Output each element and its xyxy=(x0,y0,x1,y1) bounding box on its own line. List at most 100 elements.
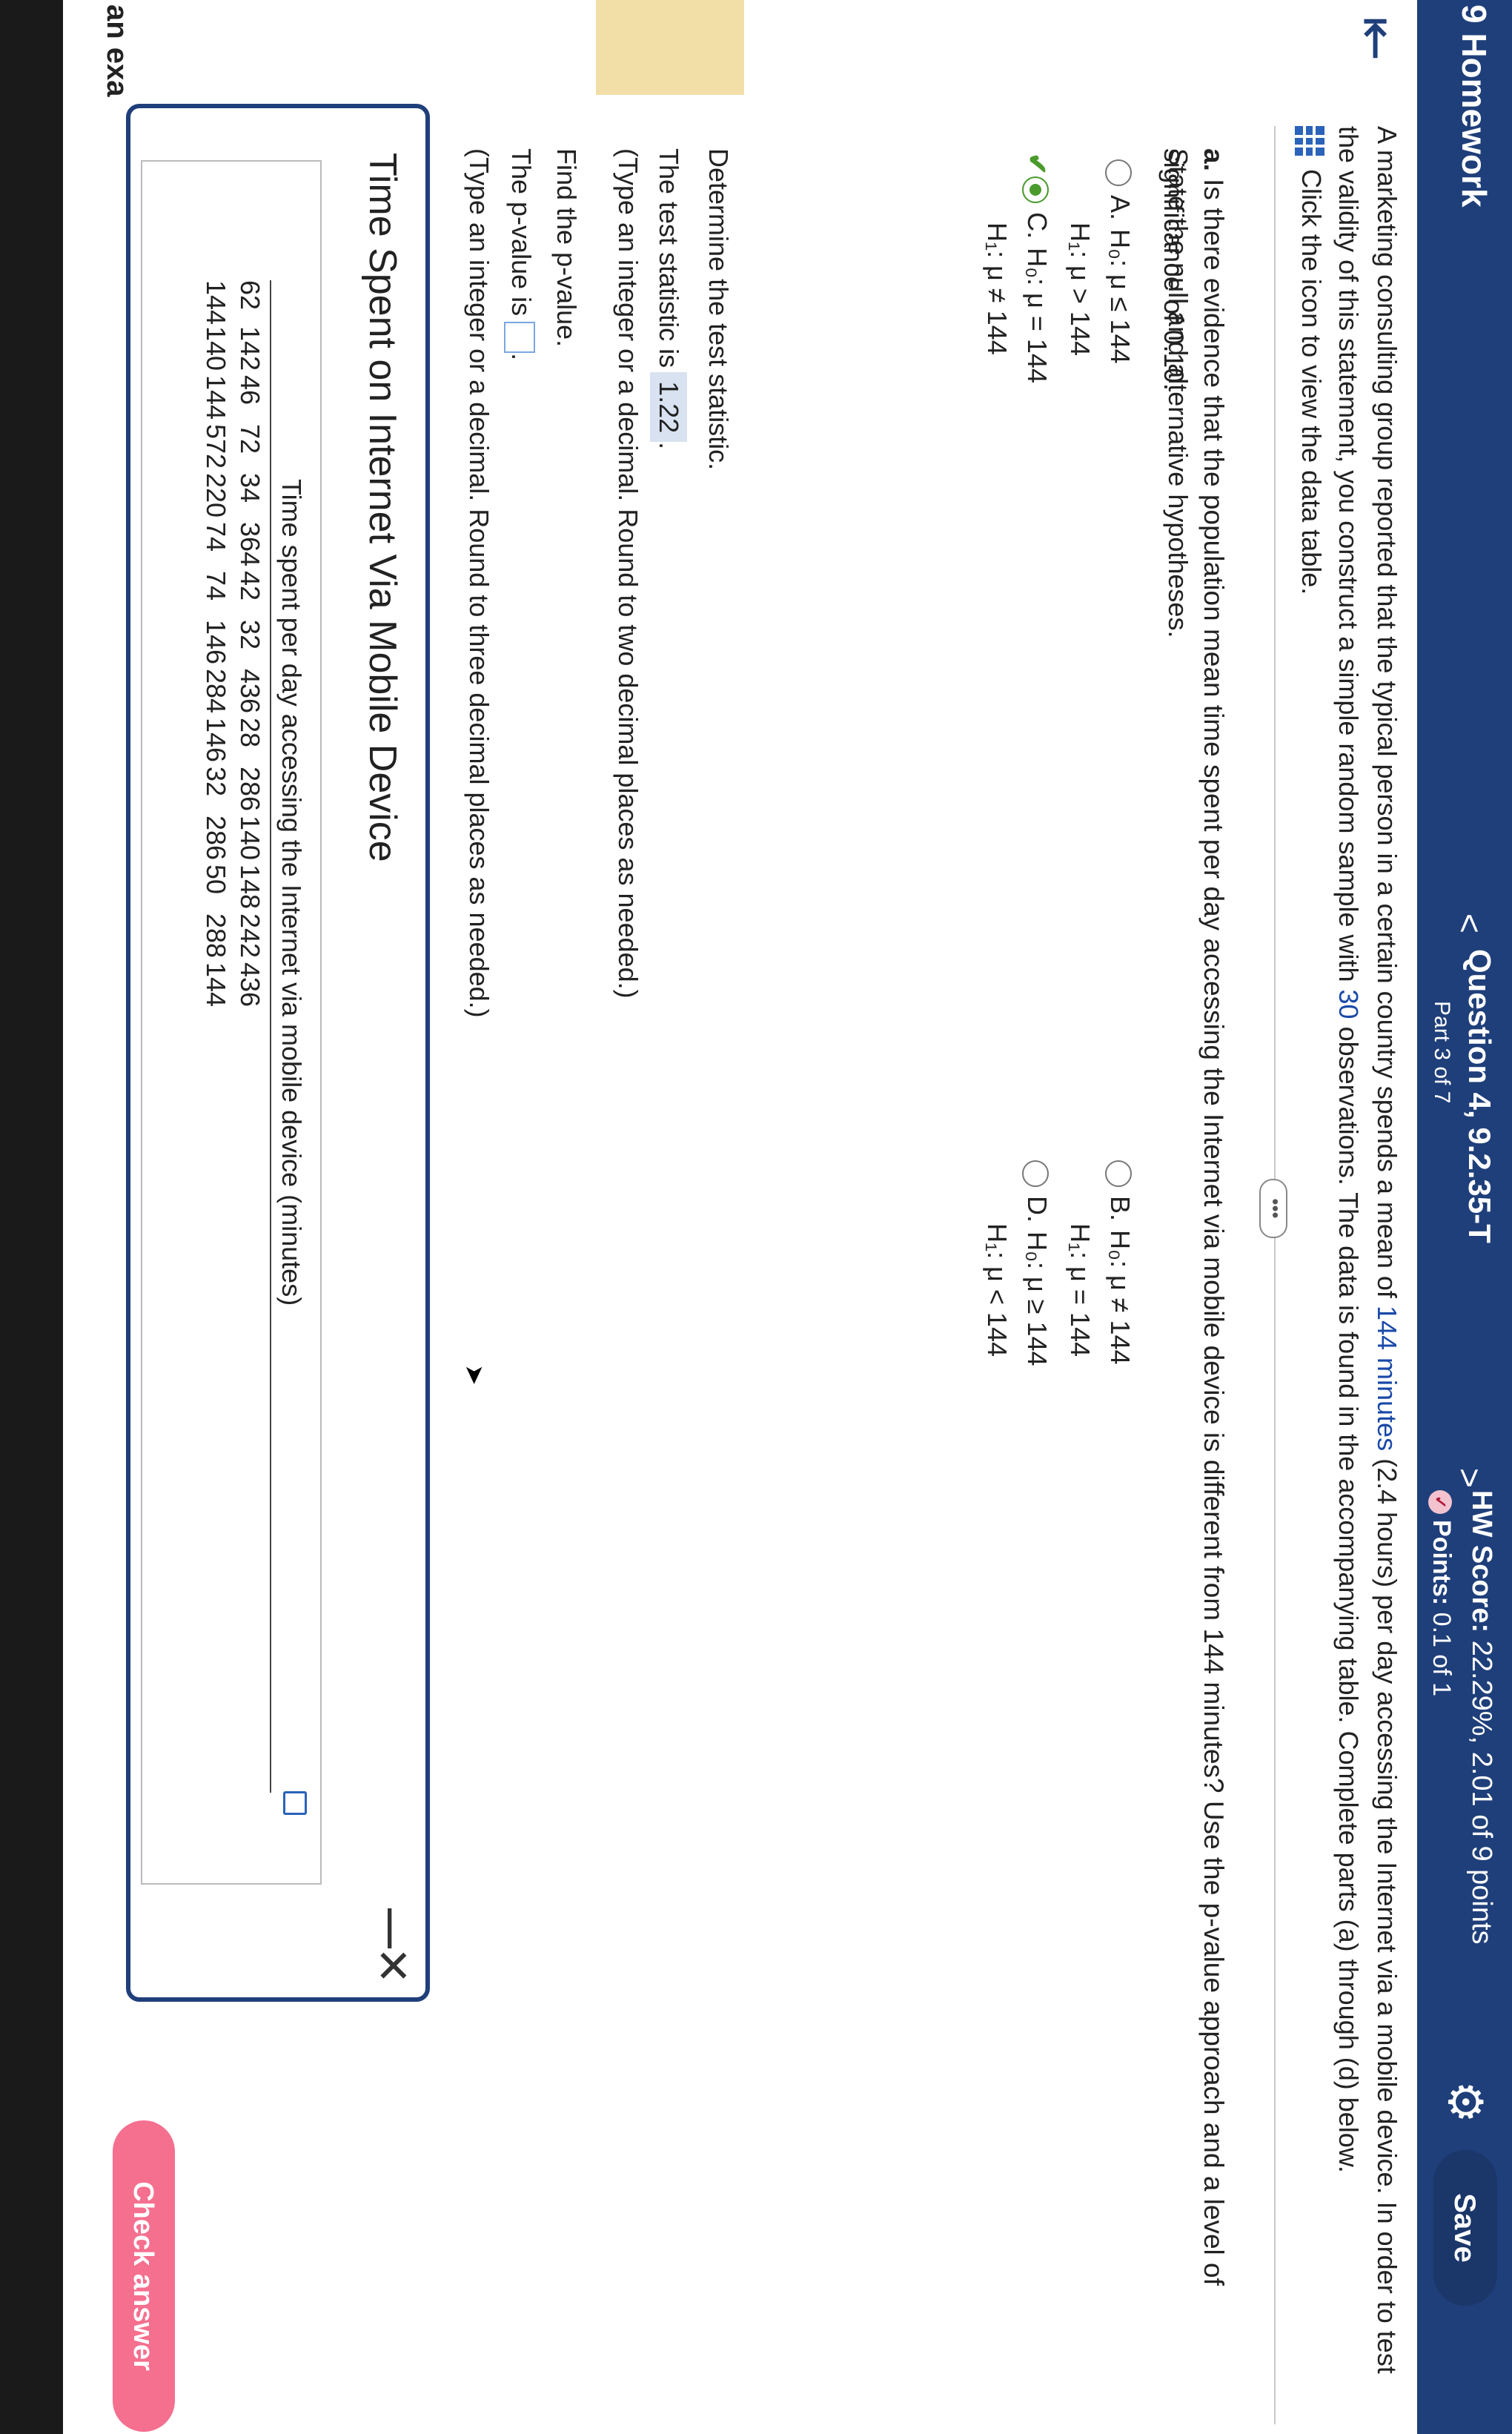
pvalue-heading: Find the p-value. xyxy=(551,148,582,348)
points: ✓ Points: 0.1 of 1 xyxy=(1427,1490,1456,1696)
option-a-radio[interactable] xyxy=(1104,159,1132,186)
hypotheses-instruction: State the null and alternative hypothese… xyxy=(1163,148,1193,638)
data-table-icon[interactable] xyxy=(1294,126,1324,156)
test-statistic-answer[interactable]: 1.22 xyxy=(650,372,687,443)
table-cell: 144 xyxy=(201,375,231,420)
option-c-h0: H₀: μ = 144 xyxy=(1022,248,1052,383)
table-cell: 436 xyxy=(235,962,265,1008)
table-cell: 286 xyxy=(201,816,231,861)
table-cell: 286 xyxy=(235,767,265,812)
points-value: 0.1 of 1 xyxy=(1428,1612,1456,1697)
option-d-letter: D. xyxy=(1022,1196,1052,1223)
option-d[interactable]: D. H₀: μ ≥ 144 xyxy=(1021,1160,1052,1366)
table-cell: 32 xyxy=(201,767,231,797)
popup-title: Time Spent on Internet Via Mobile Device xyxy=(361,153,404,862)
option-a-h1: H₁: μ > 144 xyxy=(1065,222,1095,356)
caption-rule xyxy=(270,280,271,1793)
option-c-h1: H₁: μ ≠ 144 xyxy=(982,222,1012,355)
test-statistic-line: The test statistic is1.22. xyxy=(650,148,687,449)
table-cell: 50 xyxy=(201,864,231,895)
points-label: Points: xyxy=(1428,1520,1456,1606)
table-cell: 144 xyxy=(201,962,231,1008)
problem-intro-1: A marketing consulting group reported th… xyxy=(1372,126,1402,1298)
option-b-radio[interactable] xyxy=(1104,1160,1132,1187)
table-row: 62 142 46 72 34 364 42 32 436 28 286 140… xyxy=(233,280,267,1011)
problem-mean: 144 minutes xyxy=(1372,1305,1402,1452)
view-data-table-link[interactable]: Click the icon to view the data table. xyxy=(1294,126,1327,595)
close-icon[interactable]: ✕ xyxy=(366,1947,418,1984)
table-cell: 140 xyxy=(235,816,265,861)
device-bezel xyxy=(0,0,63,2434)
table-cell: 288 xyxy=(201,913,231,959)
hw-score: HW Score: 22.29%, 2.01 of 9 points xyxy=(1465,1490,1497,1945)
table-cell: 72 xyxy=(235,424,265,454)
question-title: Question 4, 9.2.35-T xyxy=(1462,949,1497,1243)
option-b-h0: H₀: μ ≠ 144 xyxy=(1105,1230,1135,1365)
data-table: 62 142 46 72 34 364 42 32 436 28 286 140… xyxy=(199,280,267,1011)
test-statistic-instruction: (Type an integer or a decimal. Round to … xyxy=(613,148,643,999)
option-a[interactable]: A. H₀: μ ≤ 144 xyxy=(1104,159,1135,364)
table-cell: 46 xyxy=(235,375,265,406)
gear-icon[interactable]: ⚙ xyxy=(1433,2070,1497,2134)
table-cell: 32 xyxy=(235,620,265,650)
save-button[interactable]: Save xyxy=(1433,2150,1497,2306)
homework-title: 9 Homework xyxy=(1455,4,1493,208)
pvalue-input[interactable] xyxy=(503,322,535,354)
table-cell: 284 xyxy=(201,669,231,714)
side-text-fragment: an exa xyxy=(101,4,133,97)
header-bar: 9 Homework < Question 4, 9.2.35-T Part 3… xyxy=(1417,0,1512,2434)
table-cell: 28 xyxy=(235,718,265,748)
table-cell: 140 xyxy=(201,326,231,371)
question-part: Part 3 of 7 xyxy=(1430,1001,1454,1104)
check-answer-button[interactable]: Check answer xyxy=(113,2120,175,2432)
option-c[interactable]: ✔ C. H₀: μ = 144 xyxy=(1021,153,1052,383)
pvalue-prefix: The p-value is xyxy=(506,148,537,317)
table-cell: 146 xyxy=(201,718,231,763)
pvalue-line: The p-value is. xyxy=(503,148,537,360)
option-c-letter: C. xyxy=(1022,212,1052,239)
table-cell: 364 xyxy=(235,522,265,567)
option-d-radio[interactable] xyxy=(1021,1160,1049,1187)
table-cell: 42 xyxy=(235,571,265,601)
minimize-icon[interactable]: — xyxy=(369,1908,415,1948)
table-cell: 144 xyxy=(201,280,231,325)
copy-data-icon[interactable] xyxy=(283,1791,307,1815)
table-cell: 34 xyxy=(235,473,265,503)
side-highlight-strip xyxy=(596,0,744,95)
pvalue-instruction: (Type an integer or a decimal. Round to … xyxy=(464,148,494,1018)
option-c-radio[interactable] xyxy=(1021,176,1049,204)
option-b[interactable]: B. H₀: μ ≠ 144 xyxy=(1104,1160,1135,1365)
view-data-table-label: Click the icon to view the data table. xyxy=(1296,169,1327,595)
correct-check-icon: ✔ xyxy=(1022,153,1052,176)
part-a-prefix: a. xyxy=(1198,148,1229,171)
table-row: 144 140 144 572 220 74 74 146 284 146 32… xyxy=(199,280,233,1011)
table-cell: 142 xyxy=(235,326,265,371)
hw-score-value: 22.29%, 2.01 of 9 points xyxy=(1466,1640,1497,1945)
option-a-h0: H₀: μ ≤ 144 xyxy=(1105,229,1135,364)
option-d-h0: H₀: μ ≥ 144 xyxy=(1022,1231,1052,1366)
previous-question-icon[interactable]: < xyxy=(1450,913,1490,933)
test-statistic-heading: Determine the test statistic. xyxy=(703,148,734,471)
screenshot-frame: 9 Homework < Question 4, 9.2.35-T Part 3… xyxy=(0,0,1512,2434)
data-table-caption: Time spent per day accessing the Interne… xyxy=(276,479,307,1306)
problem-intro-3: observations. The data is found in the a… xyxy=(1333,1026,1364,2173)
table-cell: 74 xyxy=(201,571,231,601)
option-b-letter: B. xyxy=(1105,1196,1135,1222)
mouse-cursor-icon: ➤ xyxy=(460,1364,488,1386)
expand-ellipsis-button[interactable]: ••• xyxy=(1259,1179,1287,1238)
collapse-arrow-icon[interactable]: ⇤ xyxy=(1346,16,1408,61)
table-cell: 242 xyxy=(235,913,265,959)
option-a-letter: A. xyxy=(1105,195,1135,221)
test-statistic-prefix: The test statistic is xyxy=(654,148,684,368)
hw-score-label: HW Score: xyxy=(1466,1490,1497,1633)
problem-statement: A marketing consulting group reported th… xyxy=(1329,126,1406,2410)
table-cell: 148 xyxy=(235,864,265,910)
table-cell: 146 xyxy=(201,620,231,665)
table-cell: 62 xyxy=(235,280,265,311)
table-cell: 74 xyxy=(201,522,231,552)
option-d-h1: H₁: μ < 144 xyxy=(982,1223,1012,1357)
table-cell: 436 xyxy=(235,669,265,714)
next-question-icon[interactable]: > xyxy=(1450,1468,1490,1488)
option-b-h1: H₁: μ = 144 xyxy=(1065,1223,1095,1357)
partial-credit-icon: ✓ xyxy=(1428,1490,1452,1514)
